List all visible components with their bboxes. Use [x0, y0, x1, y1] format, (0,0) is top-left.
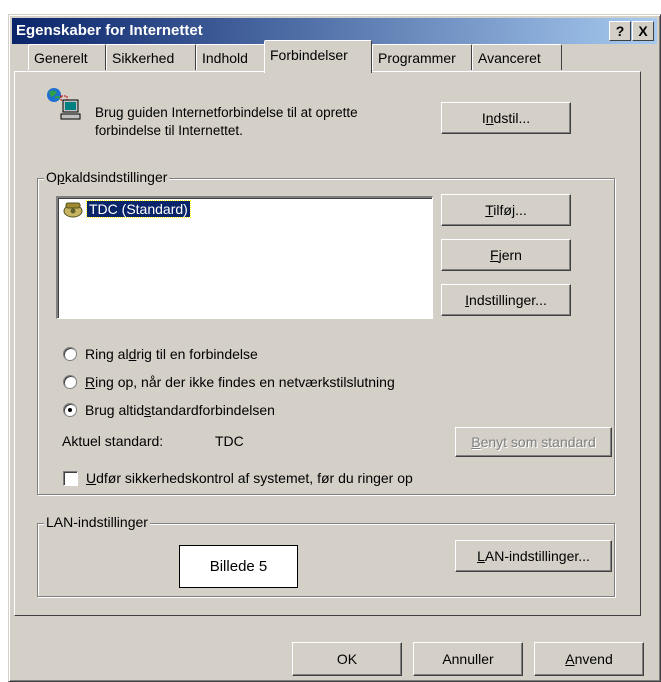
checkbox-post: dfør sikkerhedskontrol af systemet, før …	[96, 470, 413, 486]
set-default-key: B	[471, 434, 481, 450]
remove-label-post: jern	[498, 247, 522, 263]
radio2-key: R	[85, 374, 96, 390]
window-title: Egenskaber for Internettet	[16, 22, 203, 39]
wizard-text-line1: Brug guiden Internetforbindelse til at o…	[95, 105, 358, 120]
close-button[interactable]: X	[632, 21, 654, 41]
tab-generelt[interactable]: Generelt	[28, 44, 106, 70]
remove-label-key: F	[490, 247, 499, 263]
apply-button[interactable]: Anvend	[534, 642, 644, 676]
radio-always-default-control[interactable]	[63, 403, 77, 417]
lan-settings-button[interactable]: LAN-indstillinger...	[455, 540, 612, 572]
dialup-group-label: Opkaldsindstillinger	[44, 169, 170, 185]
radio3-pre: Brug altid	[85, 402, 145, 418]
radio1-pre: Ring al	[85, 346, 129, 362]
tab-forbindelser[interactable]: Forbindelser	[264, 40, 372, 73]
radio-dial-when-no-network[interactable]: Ring op, når der ikke findes en netværks…	[63, 374, 395, 390]
connection-name: TDC (Standard)	[86, 200, 191, 218]
caption-label: Billede 5	[179, 545, 298, 588]
radio1-post: rig til en forbindelse	[136, 346, 258, 362]
setup-label-post: dstil...	[493, 110, 531, 126]
tab-sikkerhed[interactable]: Sikkerhed	[106, 44, 196, 70]
lan-button-post: AN-indstillinger...	[484, 548, 590, 564]
dialup-group-pre: O	[46, 169, 57, 185]
wizard-text-line2: forbindelse til Internettet.	[95, 123, 243, 138]
tab-indhold[interactable]: Indhold	[196, 44, 266, 70]
security-check-checkbox[interactable]	[63, 470, 78, 486]
radio-dial-when-no-network-control[interactable]	[63, 375, 77, 389]
checkbox-key: U	[86, 470, 97, 486]
tab-panel: Brug guiden Internetforbindelse til at o…	[14, 71, 641, 616]
current-default-value: TDC	[215, 433, 244, 449]
radio-never-dial[interactable]: Ring al d rig til en forbindelse	[63, 346, 258, 362]
connections-list[interactable]: TDC (Standard)	[56, 196, 433, 319]
list-item[interactable]: TDC (Standard)	[62, 200, 191, 218]
radio-never-dial-control[interactable]	[63, 347, 77, 361]
internet-connection-icon	[43, 86, 83, 124]
cancel-button[interactable]: Annuller	[413, 642, 523, 676]
radio1-key: d	[128, 346, 137, 362]
add-label-post: ilføj...	[493, 202, 527, 218]
settings-label-post: ndstillinger...	[469, 292, 547, 308]
apply-post: nvend	[574, 651, 613, 667]
current-default-label: Aktuel standard:	[62, 433, 164, 449]
setup-label-key: n	[485, 110, 494, 126]
ok-button[interactable]: OK	[292, 642, 402, 676]
radio-always-default[interactable]: Brug altid s tandardforbindelsen	[63, 402, 275, 418]
lan-group-label: LAN-indstillinger	[44, 514, 150, 530]
lan-button-key: L	[477, 548, 485, 564]
radio3-key: s	[144, 402, 152, 418]
set-default-button[interactable]: Benyt som standard	[455, 427, 612, 457]
settings-button[interactable]: Indstillinger...	[441, 284, 571, 316]
tab-programmer[interactable]: Programmer	[372, 44, 472, 70]
radio2-post: ing op, når der ikke findes en netværkst…	[95, 374, 395, 390]
apply-key: A	[565, 651, 575, 667]
security-check-option[interactable]: Udfør sikkerhedskontrol af systemet, før…	[63, 470, 413, 486]
remove-button[interactable]: Fjern	[441, 239, 571, 271]
dialup-group-post: kaldsindstillinger	[64, 169, 168, 185]
set-default-post: enyt som standard	[480, 434, 596, 450]
help-button[interactable]: ?	[609, 21, 631, 41]
add-button[interactable]: Tilføj...	[441, 194, 571, 226]
tab-avanceret[interactable]: Avanceret	[472, 44, 562, 70]
dialup-group-key: p	[56, 169, 65, 185]
setup-button[interactable]: Indstil...	[441, 102, 571, 134]
radio3-post: tandardforbindelsen	[151, 402, 275, 418]
phone-connection-icon	[62, 200, 84, 218]
